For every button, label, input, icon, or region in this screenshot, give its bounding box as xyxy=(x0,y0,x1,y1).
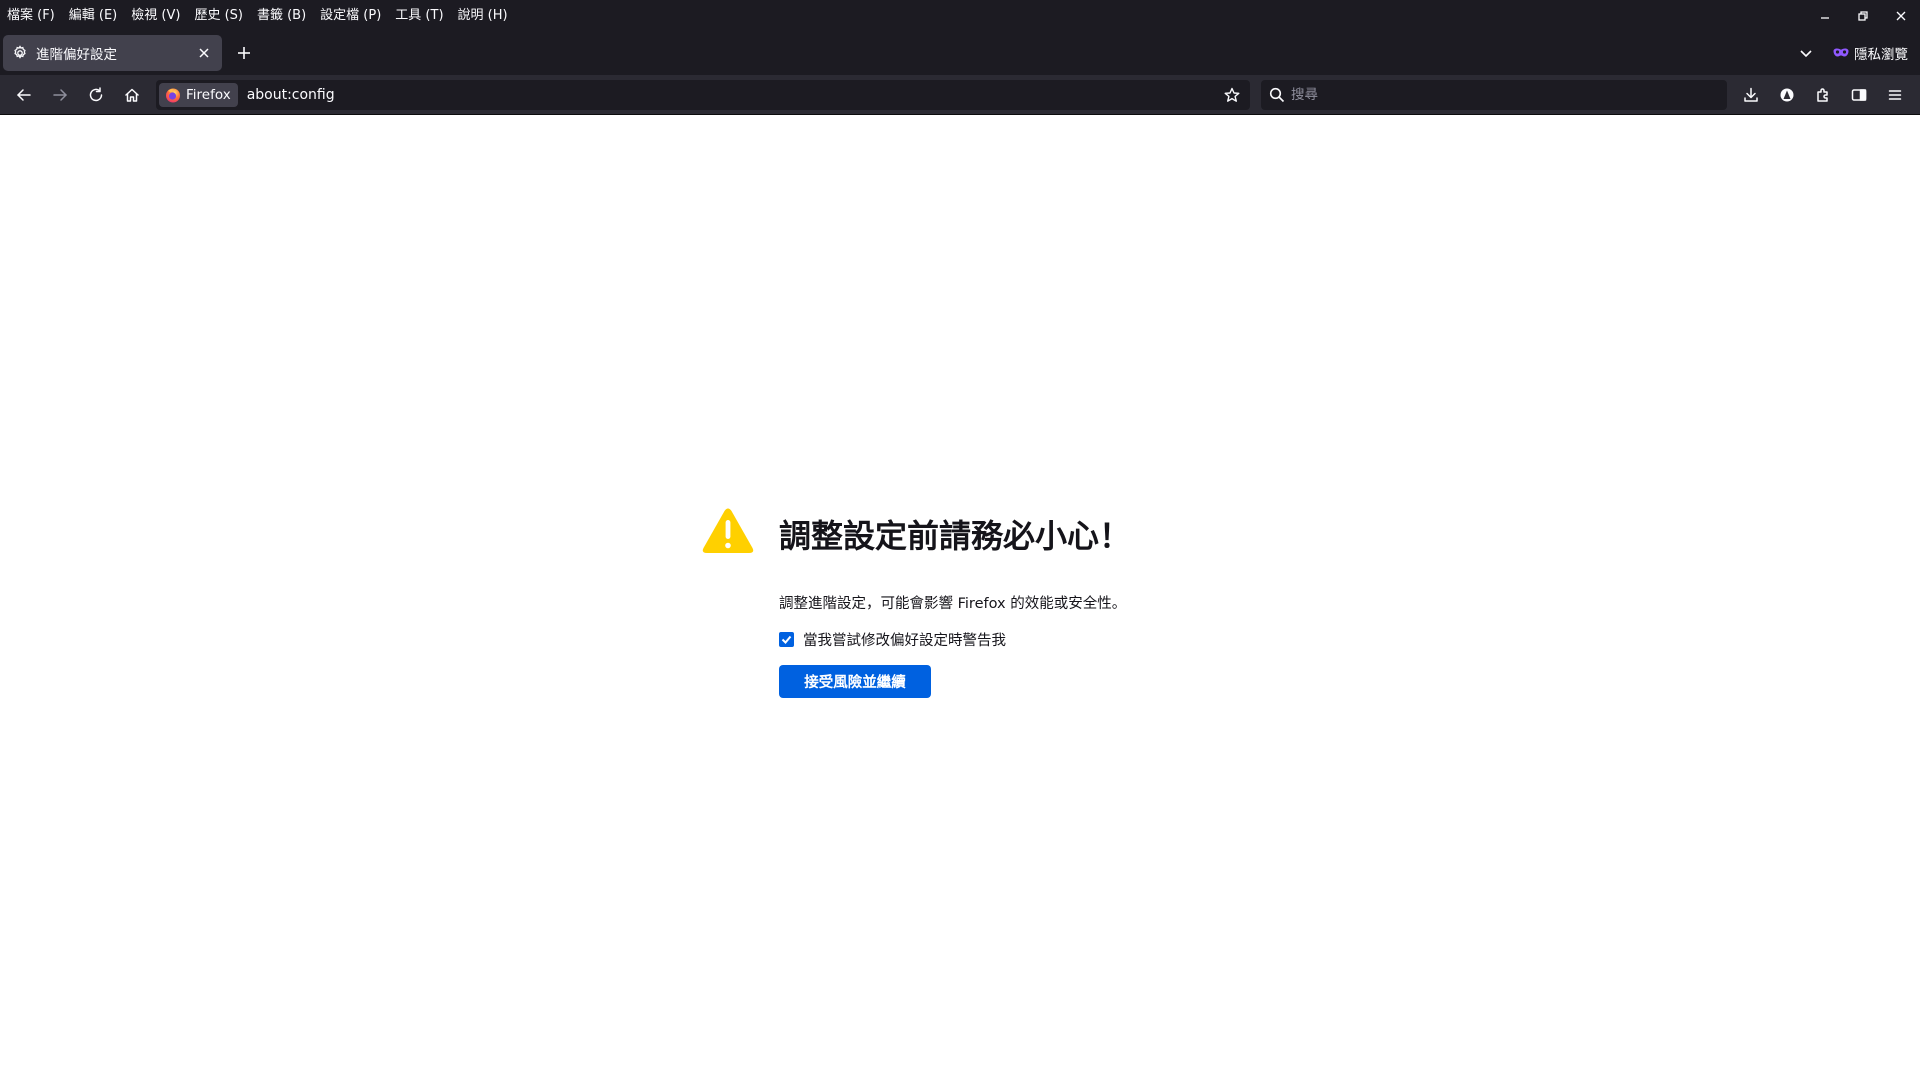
bookmark-star-button[interactable] xyxy=(1218,81,1246,109)
account-button[interactable] xyxy=(1773,81,1801,109)
hamburger-menu-icon xyxy=(1888,90,1902,100)
menu-bookmarks[interactable]: 書籤 (B) xyxy=(250,0,313,31)
tab-advanced-preferences[interactable]: 進階偏好設定 xyxy=(3,35,222,71)
menu-help[interactable]: 說明 (H) xyxy=(451,0,515,31)
warn-on-edit-option[interactable]: 當我嘗試修改偏好設定時警告我 xyxy=(779,629,1006,650)
close-window-button[interactable] xyxy=(1882,0,1920,31)
private-browsing-label: 隱私瀏覽 xyxy=(1854,47,1908,63)
search-icon xyxy=(1269,87,1285,103)
menu-tools[interactable]: 工具 (T) xyxy=(388,0,450,31)
menu-edit[interactable]: 編輯 (E) xyxy=(62,0,125,31)
back-button[interactable] xyxy=(10,81,38,109)
warning-description: 調整進階設定，可能會影響 Firefox 的效能或安全性。 xyxy=(779,596,1127,612)
search-input[interactable] xyxy=(1291,87,1711,103)
restore-button[interactable] xyxy=(1844,0,1882,31)
star-icon xyxy=(1224,87,1240,102)
private-browsing-indicator: 隱私瀏覽 xyxy=(1832,41,1908,65)
app-menu-button[interactable] xyxy=(1881,81,1909,109)
warn-checkbox-label: 當我嘗試修改偏好設定時警告我 xyxy=(803,633,1006,649)
home-button[interactable] xyxy=(118,81,146,109)
menu-profiles[interactable]: 設定檔 (P) xyxy=(313,0,388,31)
gear-icon xyxy=(12,45,28,61)
url-bar[interactable]: Firefox about:config xyxy=(156,80,1250,110)
tab-strip: 進階偏好設定 隱私瀏覽 xyxy=(0,31,1920,75)
private-mask-icon xyxy=(1832,44,1850,62)
minimize-button[interactable] xyxy=(1806,0,1844,31)
puzzle-icon xyxy=(1817,88,1828,102)
warn-checkbox[interactable] xyxy=(779,632,794,647)
tab-close-button[interactable] xyxy=(192,41,216,65)
site-identity-button[interactable]: Firefox xyxy=(159,83,238,107)
identity-label: Firefox xyxy=(186,87,231,103)
new-tab-button[interactable] xyxy=(232,41,256,65)
navigation-toolbar: Firefox about:config xyxy=(0,75,1920,115)
reload-icon xyxy=(89,87,103,102)
reload-button[interactable] xyxy=(82,81,110,109)
firefox-logo-icon xyxy=(165,87,181,103)
warning-icon xyxy=(702,508,754,553)
menu-view[interactable]: 檢視 (V) xyxy=(124,0,187,31)
sidebar-icon xyxy=(1851,89,1867,101)
url-text[interactable]: about:config xyxy=(247,87,1218,103)
home-icon xyxy=(125,88,139,102)
arrow-right-icon xyxy=(53,89,67,101)
minimize-icon xyxy=(1821,16,1829,19)
forward-button[interactable] xyxy=(46,81,74,109)
search-bar[interactable] xyxy=(1261,80,1727,110)
close-icon xyxy=(199,48,209,58)
sidebar-button[interactable] xyxy=(1845,81,1873,109)
warning-title: 調整設定前請務必小心！ xyxy=(779,517,1132,555)
arrow-left-icon xyxy=(17,89,31,101)
menu-history[interactable]: 歷史 (S) xyxy=(187,0,250,31)
tab-title: 進階偏好設定 xyxy=(36,47,117,63)
download-icon xyxy=(1744,87,1758,102)
menu-bar: 檔案 (F) 編輯 (E) 檢視 (V) 歷史 (S) 書籤 (B) 設定檔 (… xyxy=(0,0,1920,31)
plus-icon xyxy=(238,47,250,59)
restore-icon xyxy=(1858,10,1868,21)
downloads-button[interactable] xyxy=(1737,81,1765,109)
list-all-tabs-button[interactable] xyxy=(1794,41,1818,65)
accept-risk-button[interactable]: 接受風險並繼續 xyxy=(779,665,931,698)
extensions-button[interactable] xyxy=(1809,81,1837,109)
account-icon xyxy=(1780,88,1794,102)
close-icon xyxy=(1896,11,1906,20)
checkmark-icon xyxy=(781,635,792,644)
chevron-down-icon xyxy=(1800,50,1812,58)
menu-file[interactable]: 檔案 (F) xyxy=(0,0,62,31)
page-content: 調整設定前請務必小心！ 調整進階設定，可能會影響 Firefox 的效能或安全性… xyxy=(0,116,1920,1080)
window-controls xyxy=(1806,0,1920,31)
